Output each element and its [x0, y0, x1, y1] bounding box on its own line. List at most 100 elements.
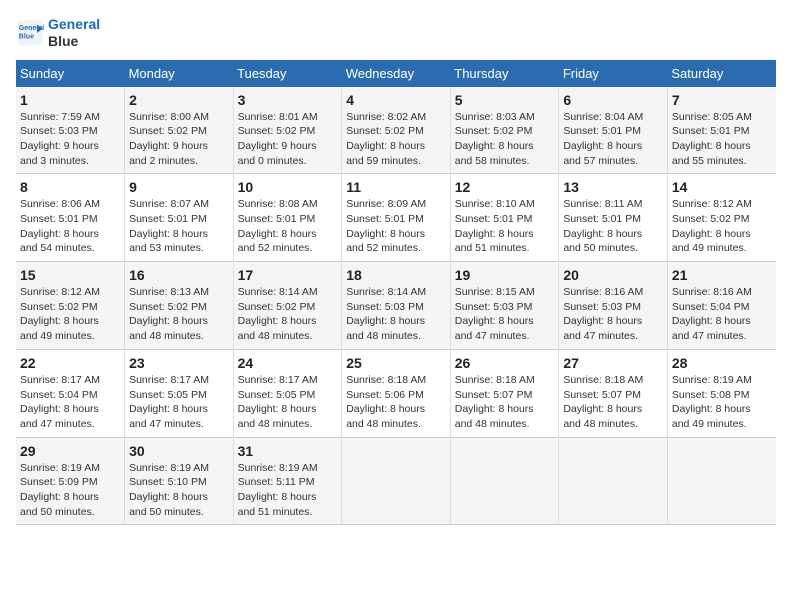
day-info: Sunrise: 8:18 AM Sunset: 5:06 PM Dayligh… — [346, 373, 446, 432]
day-number: 20 — [563, 267, 663, 283]
calendar-cell: 25 Sunrise: 8:18 AM Sunset: 5:06 PM Dayli… — [342, 349, 451, 437]
calendar-cell: 14 Sunrise: 8:12 AM Sunset: 5:02 PM Dayli… — [667, 174, 776, 262]
calendar-cell: 2 Sunrise: 8:00 AM Sunset: 5:02 PM Daylig… — [125, 87, 234, 174]
calendar-cell: 16Sunrise: 8:13 AM Sunset: 5:02 PM Dayli… — [125, 262, 234, 350]
calendar-cell: 11Sunrise: 8:09 AM Sunset: 5:01 PM Dayli… — [342, 174, 451, 262]
weekday-header-saturday: Saturday — [667, 60, 776, 87]
calendar-cell: 12Sunrise: 8:10 AM Sunset: 5:01 PM Dayli… — [450, 174, 559, 262]
day-info: Sunrise: 8:19 AM Sunset: 5:11 PM Dayligh… — [238, 461, 338, 520]
day-number: 27 — [563, 355, 663, 371]
day-info: Sunrise: 8:17 AM Sunset: 5:05 PM Dayligh… — [238, 373, 338, 432]
calendar-cell: 31 Sunrise: 8:19 AM Sunset: 5:11 PM Dayli… — [233, 437, 342, 525]
day-number: 9 — [129, 179, 229, 195]
day-info: Sunrise: 8:16 AM Sunset: 5:03 PM Dayligh… — [563, 285, 663, 344]
weekday-header-monday: Monday — [125, 60, 234, 87]
day-info: Sunrise: 8:06 AM Sunset: 5:01 PM Dayligh… — [20, 197, 120, 256]
calendar-cell: 9 Sunrise: 8:07 AM Sunset: 5:01 PM Daylig… — [125, 174, 234, 262]
calendar-cell: 18Sunrise: 8:14 AM Sunset: 5:03 PM Dayli… — [342, 262, 451, 350]
day-number: 28 — [672, 355, 772, 371]
day-number: 4 — [346, 92, 446, 108]
day-info: Sunrise: 8:08 AM Sunset: 5:01 PM Dayligh… — [238, 197, 338, 256]
day-number: 31 — [238, 443, 338, 459]
day-info: Sunrise: 8:01 AM Sunset: 5:02 PM Dayligh… — [238, 110, 338, 169]
calendar-cell: 20 Sunrise: 8:16 AM Sunset: 5:03 PM Dayli… — [559, 262, 668, 350]
day-number: 21 — [672, 267, 772, 283]
day-number: 12 — [455, 179, 555, 195]
logo-text: GeneralBlue — [48, 16, 100, 50]
day-info: Sunrise: 8:02 AM Sunset: 5:02 PM Dayligh… — [346, 110, 446, 169]
day-info: Sunrise: 8:14 AM Sunset: 5:03 PM Dayligh… — [346, 285, 446, 344]
day-number: 24 — [238, 355, 338, 371]
calendar-cell: 27 Sunrise: 8:18 AM Sunset: 5:07 PM Dayli… — [559, 349, 668, 437]
calendar-week-row: 1 Sunrise: 7:59 AM Sunset: 5:03 PM Daylig… — [16, 87, 776, 174]
calendar-cell — [667, 437, 776, 525]
weekday-header-row: SundayMondayTuesdayWednesdayThursdayFrid… — [16, 60, 776, 87]
day-info: Sunrise: 8:19 AM Sunset: 5:10 PM Dayligh… — [129, 461, 229, 520]
day-info: Sunrise: 8:18 AM Sunset: 5:07 PM Dayligh… — [455, 373, 555, 432]
day-number: 1 — [20, 92, 120, 108]
calendar-cell: 28Sunrise: 8:19 AM Sunset: 5:08 PM Dayli… — [667, 349, 776, 437]
weekday-header-thursday: Thursday — [450, 60, 559, 87]
calendar-week-row: 15 Sunrise: 8:12 AM Sunset: 5:02 PM Dayli… — [16, 262, 776, 350]
calendar-cell: 10 Sunrise: 8:08 AM Sunset: 5:01 PM Dayli… — [233, 174, 342, 262]
day-info: Sunrise: 8:19 AM Sunset: 5:09 PM Dayligh… — [20, 461, 120, 520]
logo: General Blue GeneralBlue — [16, 16, 100, 50]
day-number: 25 — [346, 355, 446, 371]
calendar-header: SundayMondayTuesdayWednesdayThursdayFrid… — [16, 60, 776, 87]
day-number: 15 — [20, 267, 120, 283]
day-info: Sunrise: 8:00 AM Sunset: 5:02 PM Dayligh… — [129, 110, 229, 169]
logo-icon: General Blue — [16, 19, 44, 47]
calendar-table: SundayMondayTuesdayWednesdayThursdayFrid… — [16, 60, 776, 526]
calendar-cell: 29 Sunrise: 8:19 AM Sunset: 5:09 PM Dayli… — [16, 437, 125, 525]
day-info: Sunrise: 8:17 AM Sunset: 5:04 PM Dayligh… — [20, 373, 120, 432]
day-info: Sunrise: 8:17 AM Sunset: 5:05 PM Dayligh… — [129, 373, 229, 432]
calendar-cell: 5Sunrise: 8:03 AM Sunset: 5:02 PM Daylig… — [450, 87, 559, 174]
day-info: Sunrise: 8:12 AM Sunset: 5:02 PM Dayligh… — [20, 285, 120, 344]
calendar-week-row: 29 Sunrise: 8:19 AM Sunset: 5:09 PM Dayli… — [16, 437, 776, 525]
day-info: Sunrise: 8:18 AM Sunset: 5:07 PM Dayligh… — [563, 373, 663, 432]
weekday-header-sunday: Sunday — [16, 60, 125, 87]
calendar-cell: 8 Sunrise: 8:06 AM Sunset: 5:01 PM Daylig… — [16, 174, 125, 262]
day-number: 2 — [129, 92, 229, 108]
day-info: Sunrise: 8:03 AM Sunset: 5:02 PM Dayligh… — [455, 110, 555, 169]
calendar-cell: 19Sunrise: 8:15 AM Sunset: 5:03 PM Dayli… — [450, 262, 559, 350]
day-info: Sunrise: 8:12 AM Sunset: 5:02 PM Dayligh… — [672, 197, 772, 256]
calendar-cell: 24 Sunrise: 8:17 AM Sunset: 5:05 PM Dayli… — [233, 349, 342, 437]
calendar-week-row: 22Sunrise: 8:17 AM Sunset: 5:04 PM Dayli… — [16, 349, 776, 437]
day-number: 23 — [129, 355, 229, 371]
calendar-cell: 17Sunrise: 8:14 AM Sunset: 5:02 PM Dayli… — [233, 262, 342, 350]
weekday-header-friday: Friday — [559, 60, 668, 87]
calendar-cell — [559, 437, 668, 525]
day-number: 3 — [238, 92, 338, 108]
calendar-week-row: 8 Sunrise: 8:06 AM Sunset: 5:01 PM Daylig… — [16, 174, 776, 262]
calendar-cell: 6Sunrise: 8:04 AM Sunset: 5:01 PM Daylig… — [559, 87, 668, 174]
day-number: 30 — [129, 443, 229, 459]
calendar-cell: 30 Sunrise: 8:19 AM Sunset: 5:10 PM Dayli… — [125, 437, 234, 525]
day-info: Sunrise: 8:15 AM Sunset: 5:03 PM Dayligh… — [455, 285, 555, 344]
page-header: General Blue GeneralBlue — [16, 16, 776, 50]
weekday-header-tuesday: Tuesday — [233, 60, 342, 87]
day-number: 8 — [20, 179, 120, 195]
calendar-cell — [450, 437, 559, 525]
day-number: 7 — [672, 92, 772, 108]
day-number: 14 — [672, 179, 772, 195]
svg-text:Blue: Blue — [19, 33, 34, 40]
calendar-cell: 23 Sunrise: 8:17 AM Sunset: 5:05 PM Dayli… — [125, 349, 234, 437]
calendar-cell: 13 Sunrise: 8:11 AM Sunset: 5:01 PM Dayli… — [559, 174, 668, 262]
calendar-cell: 7Sunrise: 8:05 AM Sunset: 5:01 PM Daylig… — [667, 87, 776, 174]
calendar-cell: 4 Sunrise: 8:02 AM Sunset: 5:02 PM Daylig… — [342, 87, 451, 174]
calendar-cell: 21Sunrise: 8:16 AM Sunset: 5:04 PM Dayli… — [667, 262, 776, 350]
day-number: 26 — [455, 355, 555, 371]
day-number: 29 — [20, 443, 120, 459]
calendar-cell: 15 Sunrise: 8:12 AM Sunset: 5:02 PM Dayli… — [16, 262, 125, 350]
calendar-cell: 26 Sunrise: 8:18 AM Sunset: 5:07 PM Dayli… — [450, 349, 559, 437]
day-info: Sunrise: 8:07 AM Sunset: 5:01 PM Dayligh… — [129, 197, 229, 256]
calendar-cell: 3 Sunrise: 8:01 AM Sunset: 5:02 PM Daylig… — [233, 87, 342, 174]
calendar-cell: 1 Sunrise: 7:59 AM Sunset: 5:03 PM Daylig… — [16, 87, 125, 174]
day-number: 6 — [563, 92, 663, 108]
day-info: Sunrise: 7:59 AM Sunset: 5:03 PM Dayligh… — [20, 110, 120, 169]
calendar-body: 1 Sunrise: 7:59 AM Sunset: 5:03 PM Daylig… — [16, 87, 776, 525]
day-number: 13 — [563, 179, 663, 195]
day-number: 10 — [238, 179, 338, 195]
day-info: Sunrise: 8:11 AM Sunset: 5:01 PM Dayligh… — [563, 197, 663, 256]
